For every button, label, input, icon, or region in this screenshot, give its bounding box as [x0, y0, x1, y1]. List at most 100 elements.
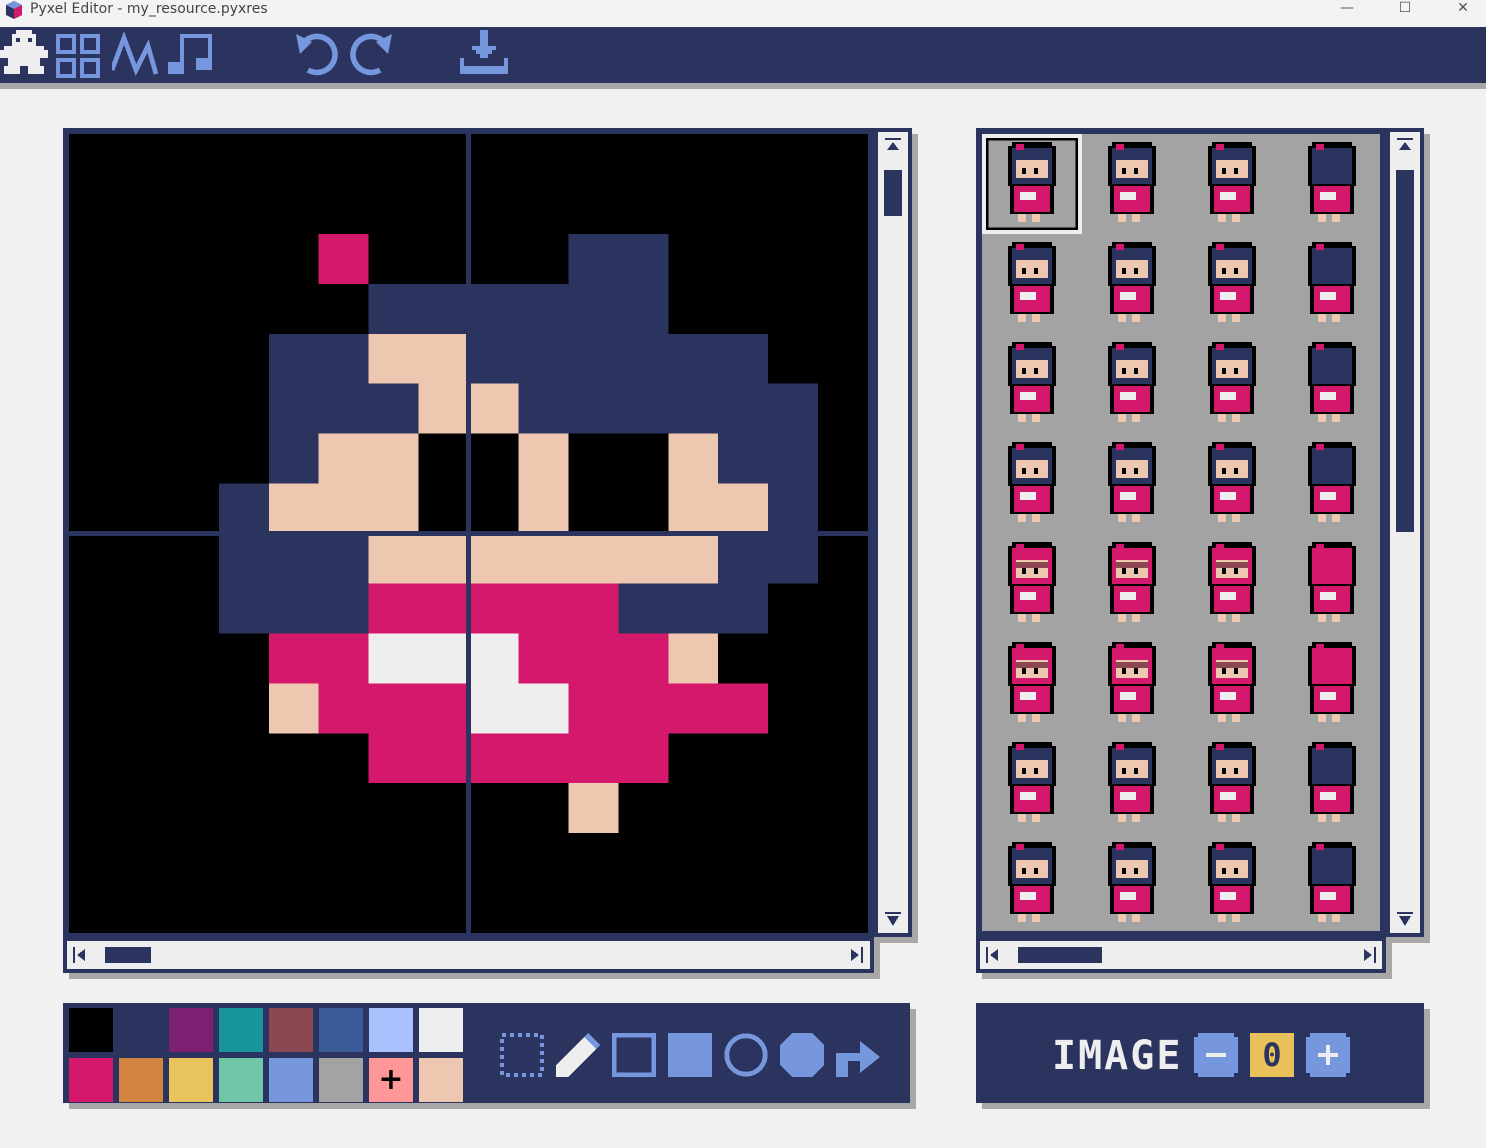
rect-tool-icon[interactable]: [612, 1033, 656, 1077]
filled-rect-tool-icon[interactable]: [668, 1033, 712, 1077]
minimize-button[interactable]: —: [1324, 0, 1370, 18]
canvas-pixel: [568, 283, 619, 334]
canvas-pixel: [318, 633, 369, 684]
canvas-pixel: [568, 483, 619, 534]
sound-editor-icon[interactable]: [112, 30, 160, 78]
filled-circle-tool-icon[interactable]: [780, 1033, 824, 1077]
sprite-thumbnail: [1108, 842, 1156, 922]
canvas-pixel: [518, 733, 569, 784]
circle-tool-icon[interactable]: [724, 1033, 768, 1077]
scroll-down-arrow-icon[interactable]: [885, 912, 901, 928]
scroll-right-arrow-icon[interactable]: [1360, 947, 1376, 963]
sprite-thumbnail: [1008, 842, 1056, 922]
tilemap-editor-icon[interactable]: [56, 30, 104, 78]
canvas-pixel: [518, 583, 569, 634]
spritesheet-view[interactable]: [982, 134, 1380, 931]
canvas-pixel: [368, 483, 419, 534]
canvas-hscrollbar[interactable]: [67, 941, 870, 969]
palette-swatch[interactable]: [269, 1058, 313, 1102]
canvas-pixel: [518, 633, 569, 684]
palette-swatch[interactable]: [319, 1058, 363, 1102]
palette-swatch[interactable]: [69, 1058, 113, 1102]
redo-icon[interactable]: [348, 30, 396, 78]
maximize-button[interactable]: ☐: [1382, 0, 1428, 18]
palette-swatch[interactable]: [269, 1008, 313, 1052]
canvas-pixel: [668, 433, 719, 484]
canvas-pixel: [418, 283, 469, 334]
music-editor-icon[interactable]: [168, 30, 216, 78]
sprite-thumbnail: [1108, 442, 1156, 522]
sprite-thumbnail: [1208, 442, 1256, 522]
sprite-thumbnail: [1208, 142, 1256, 222]
canvas-pixel: [418, 383, 469, 434]
color-palette: +: [69, 1008, 469, 1108]
canvas-pixel: [568, 733, 619, 784]
sprite-thumbnail: [1208, 242, 1256, 322]
canvas-pixel: [568, 433, 619, 484]
sprite-thumbnail: [1308, 242, 1356, 322]
palette-swatch[interactable]: [69, 1008, 113, 1052]
palette-swatch[interactable]: [419, 1058, 463, 1102]
scroll-left-arrow-icon[interactable]: [986, 947, 1002, 963]
image-editor-icon[interactable]: [0, 30, 48, 78]
sheet-hscroll-thumb[interactable]: [1018, 947, 1102, 963]
palette-swatch[interactable]: [419, 1008, 463, 1052]
palette-swatch[interactable]: [219, 1058, 263, 1102]
canvas-pixel: [418, 733, 469, 784]
canvas-pixel: [568, 783, 619, 834]
window-title-bar: Pyxel Editor - my_resource.pyxres — ☐ ✕: [0, 0, 1486, 27]
bucket-tool-icon[interactable]: [836, 1033, 880, 1077]
scroll-right-arrow-icon[interactable]: [847, 947, 863, 963]
undo-icon[interactable]: [292, 30, 340, 78]
scroll-down-arrow-icon[interactable]: [1397, 912, 1413, 928]
selected-color-marker: +: [378, 1062, 404, 1097]
drawing-canvas[interactable]: [69, 134, 868, 933]
sheet-vscroll-thumb[interactable]: [1396, 170, 1414, 532]
canvas-pixel: [518, 433, 569, 484]
palette-swatch[interactable]: [319, 1008, 363, 1052]
canvas-pixel: [468, 383, 519, 434]
sheet-vscrollbar[interactable]: [1390, 132, 1420, 933]
canvas-pixel: [418, 333, 469, 384]
palette-swatch[interactable]: [219, 1008, 263, 1052]
sheet-vscroll-frame: [1386, 128, 1424, 937]
canvas-vscroll-thumb[interactable]: [884, 170, 902, 216]
canvas-pixel: [268, 433, 319, 484]
select-tool-icon[interactable]: [500, 1033, 544, 1077]
sprite-thumbnail: [1208, 542, 1256, 622]
palette-swatch[interactable]: [119, 1008, 163, 1052]
sprite-thumbnail: [1308, 542, 1356, 622]
canvas-pixel: [368, 583, 419, 634]
close-button[interactable]: ✕: [1440, 0, 1486, 18]
canvas-pixel: [318, 233, 369, 284]
save-icon[interactable]: [460, 30, 508, 78]
scroll-up-arrow-icon[interactable]: [1397, 138, 1413, 154]
palette-swatch[interactable]: +: [369, 1058, 413, 1102]
palette-swatch[interactable]: [369, 1008, 413, 1052]
sheet-hscroll-frame: [976, 937, 1386, 973]
canvas-pixel: [318, 383, 369, 434]
palette-swatch[interactable]: [119, 1058, 163, 1102]
canvas-pixel: [218, 583, 269, 634]
canvas-pixel: [268, 533, 319, 584]
scroll-left-arrow-icon[interactable]: [73, 947, 89, 963]
canvas-pixel: [468, 333, 519, 384]
canvas-pixel: [218, 533, 269, 584]
canvas-pixel: [618, 733, 669, 784]
scroll-up-arrow-icon[interactable]: [885, 138, 901, 154]
canvas-pixel: [268, 633, 319, 684]
palette-swatch[interactable]: [169, 1058, 213, 1102]
image-bank-decrement-button[interactable]: [1194, 1033, 1238, 1077]
pencil-tool-icon[interactable]: [556, 1033, 600, 1077]
canvas-frame: [63, 128, 874, 937]
image-bank-increment-button[interactable]: [1306, 1033, 1350, 1077]
canvas-vscrollbar[interactable]: [878, 132, 908, 933]
canvas-hscroll-thumb[interactable]: [105, 947, 151, 963]
canvas-pixel: [618, 433, 669, 484]
canvas-pixel: [668, 683, 719, 734]
canvas-pixel: [468, 283, 519, 334]
palette-swatch[interactable]: [169, 1008, 213, 1052]
canvas-pixel: [418, 433, 469, 484]
canvas-pixel: [418, 533, 469, 584]
sheet-hscrollbar[interactable]: [980, 941, 1382, 969]
